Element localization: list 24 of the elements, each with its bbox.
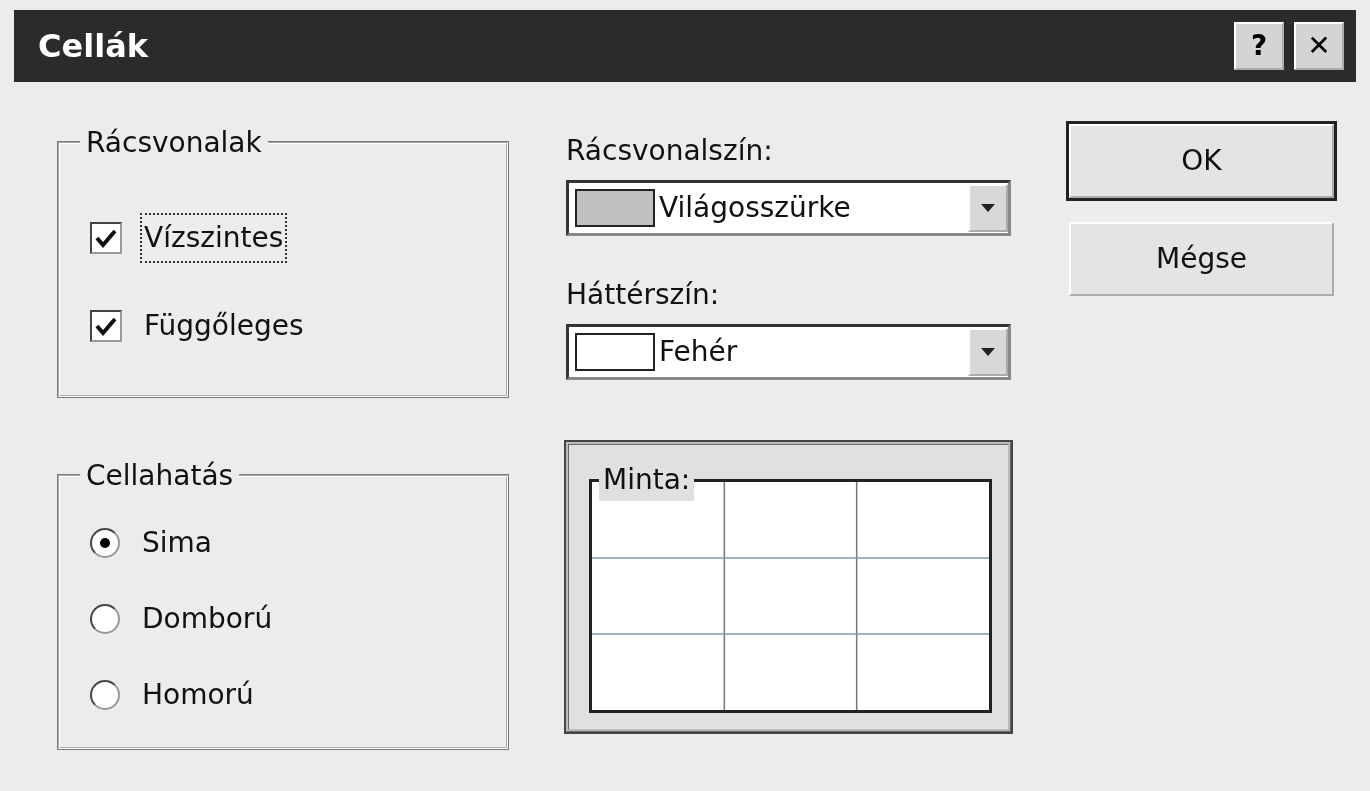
field-label: Háttérszín: [566, 277, 721, 313]
dropdown-field[interactable]: Világosszürke [566, 180, 1011, 236]
checkbox-label[interactable]: Függőleges [144, 305, 304, 347]
dropdown-value: Fehér [659, 334, 738, 370]
field-label: Rácsvonalszín: [566, 133, 774, 169]
close-button[interactable]: ✕ [1294, 22, 1344, 70]
dropdown-arrow-button[interactable] [968, 328, 1008, 376]
radio-label[interactable]: Domború [142, 598, 273, 640]
window-title: Cellák [38, 26, 148, 67]
checkbox[interactable] [90, 310, 122, 342]
cancel-button[interactable]: Mégse [1069, 222, 1334, 296]
dropdown-value: Világosszürke [659, 190, 851, 226]
caret-icon [981, 348, 995, 356]
ok-button[interactable]: OK [1069, 124, 1334, 198]
checkbox[interactable] [90, 222, 122, 254]
radio-button[interactable] [90, 680, 120, 710]
radio-button[interactable] [90, 528, 120, 558]
radio-label[interactable]: Homorú [142, 674, 254, 716]
dropdown-field[interactable]: Fehér [566, 324, 1011, 380]
dropdown-arrow-button[interactable] [968, 184, 1008, 232]
radio-label[interactable]: Sima [142, 522, 212, 564]
help-button[interactable]: ? [1234, 22, 1284, 70]
radio-button[interactable] [90, 604, 120, 634]
caret-icon [981, 204, 995, 212]
